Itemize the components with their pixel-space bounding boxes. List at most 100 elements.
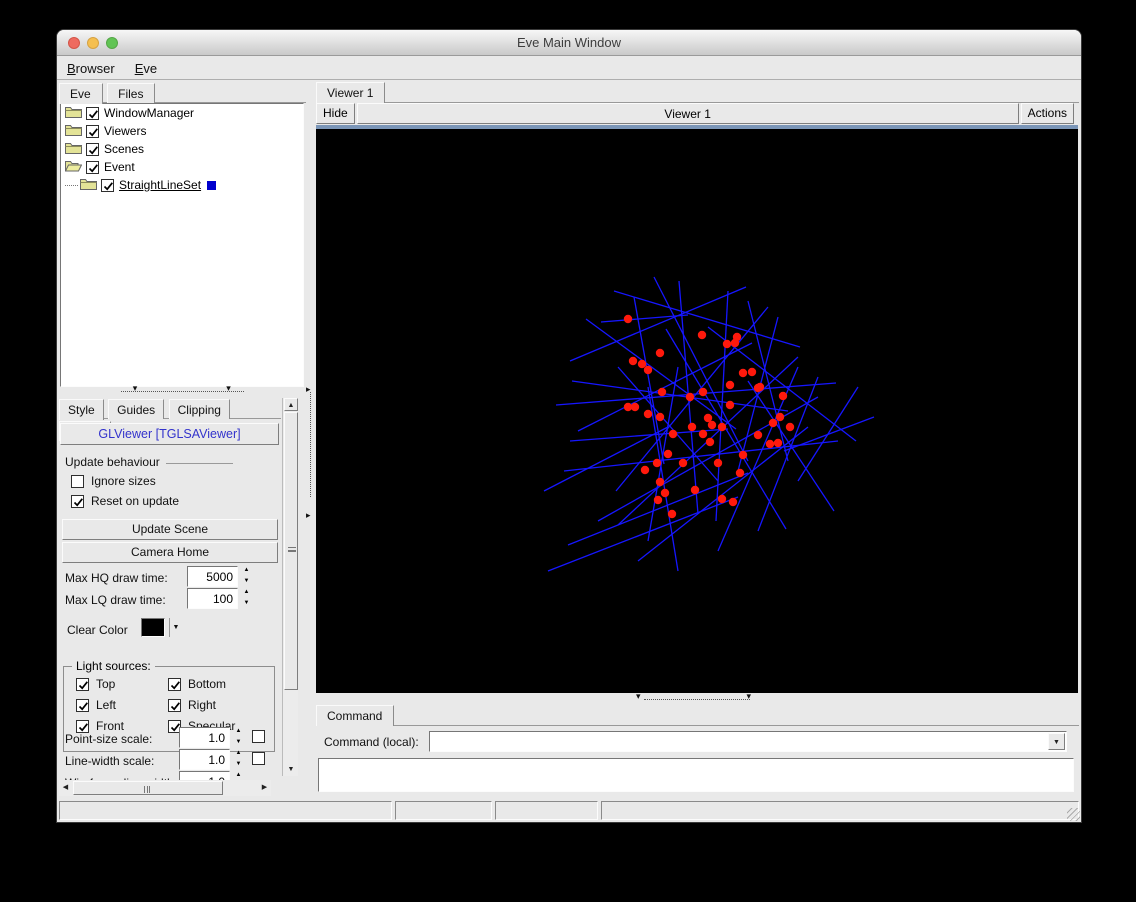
tab-style[interactable]: Style [59,399,104,420]
max-hq-spinner[interactable]: 5000 ▲▼ [187,566,253,587]
light-front-row[interactable]: Front [76,719,168,733]
tree-item-checkbox[interactable] [86,125,99,138]
reset-on-update-checkbox-row[interactable]: Reset on update [71,494,179,508]
tree-item-windowmanager[interactable]: WindowManager [61,104,303,122]
checkbox[interactable] [76,678,89,691]
tab-eve[interactable]: Eve [59,83,103,104]
checkbox-label: Reset on update [91,494,179,508]
eve-main-window: Eve Main Window Browser Eve Eve Files Wi… [57,30,1081,822]
tab-viewer-1[interactable]: Viewer 1 [316,82,385,103]
max-lq-label: Max LQ draw time: [65,593,166,607]
folder-icon [65,159,82,175]
scroll-up-icon[interactable]: ▲ [284,398,298,411]
checkbox[interactable] [71,475,84,488]
spin-down-icon[interactable]: ▼ [240,599,253,610]
hide-button[interactable]: Hide [316,103,355,124]
max-lq-spinner[interactable]: 100 ▲▼ [187,588,253,609]
spin-up-icon[interactable]: ▲ [240,588,253,599]
clear-color-swatch[interactable] [141,618,165,637]
ignore-sizes-checkbox-row[interactable]: Ignore sizes [71,474,156,488]
splitter-vertical[interactable]: ▸ ▸ [306,82,316,797]
tab-guides[interactable]: Guides [108,399,164,419]
straight-line-set-scene [316,129,1078,693]
viewer-header: Hide Viewer 1 Actions [316,103,1074,124]
spin-down-icon[interactable]: ▼ [240,577,253,588]
spinner-value: 1.0 [179,727,230,748]
light-right-row[interactable]: Right [168,698,268,712]
tree-item-label: Event [104,160,135,174]
tree-item-checkbox[interactable] [86,107,99,120]
update-scene-button[interactable]: Update Scene [62,519,278,540]
checkbox-label: Ignore sizes [91,474,156,488]
checkbox[interactable] [76,699,89,712]
scale-spinner[interactable]: 1.0▲▼ [179,749,245,770]
command-input[interactable] [431,733,1046,750]
checkbox[interactable] [76,720,89,733]
camera-home-button[interactable]: Camera Home [62,542,278,563]
scale-label: Point-size scale: [65,732,152,746]
splitter-bottom-horizontal[interactable]: ▾▾ [316,695,1078,704]
spin-up-icon[interactable]: ▲ [232,749,245,760]
menubar: Browser Eve [57,57,1081,80]
style-panel-hscrollbar[interactable]: ◀ ▶ [59,780,271,796]
light-top-row[interactable]: Top [76,677,168,691]
tree-item-straightlineset[interactable]: StraightLineSet [61,176,303,194]
tree-item-checkbox[interactable] [86,161,99,174]
light-bottom-row[interactable]: Bottom [168,677,268,691]
statusbar-segment-3 [495,801,598,820]
checkbox-label: Front [96,719,124,733]
style-panel-vscrollbar[interactable]: ▲ ▼ [282,398,298,776]
hscrollbar-thumb[interactable] [73,781,223,795]
scale-label: Line-width scale: [65,754,154,768]
tree-connector [65,185,78,186]
scene-tree: WindowManager Viewers Scenes Event StraightL… [60,103,304,387]
tree-item-scenes[interactable]: Scenes [61,140,303,158]
vscrollbar-thumb[interactable] [284,412,298,690]
glviewer-header-button[interactable]: GLViewer [TGLSAViewer] [60,423,279,445]
checkbox[interactable] [168,699,181,712]
tab-clipping[interactable]: Clipping [169,399,230,419]
menu-browser[interactable]: Browser [57,59,125,78]
tab-command[interactable]: Command [316,705,394,726]
spin-up-icon[interactable]: ▲ [240,566,253,577]
checkbox[interactable] [71,495,84,508]
scroll-right-icon[interactable]: ▶ [258,781,271,795]
combo-dropdown-icon[interactable]: ▼ [1048,733,1065,750]
sidebar-tabbar: Eve Files [59,82,306,103]
tree-item-checkbox[interactable] [86,143,99,156]
checkbox-label: Right [188,698,216,712]
tab-files[interactable]: Files [107,83,155,103]
command-combobox[interactable]: ▼ [429,731,1067,752]
viewer-title: Viewer 1 [357,103,1019,124]
splitter-left-horizontal[interactable]: ▾▾ [59,387,305,396]
scroll-down-icon[interactable]: ▼ [284,763,298,776]
spin-down-icon[interactable]: ▼ [232,760,245,771]
clear-color-dropdown-arrow[interactable]: ▼ [169,618,182,637]
tree-item-label: Viewers [104,124,146,138]
command-output[interactable] [318,758,1074,792]
light-left-row[interactable]: Left [76,698,168,712]
spin-up-icon[interactable]: ▲ [232,727,245,738]
actions-button[interactable]: Actions [1021,103,1074,124]
scale-checkbox[interactable] [252,752,265,765]
spin-down-icon[interactable]: ▼ [232,738,245,749]
spinner-arrows[interactable]: ▲▼ [232,727,245,748]
tree-item-event[interactable]: Event [61,158,303,176]
scroll-left-icon[interactable]: ◀ [59,781,72,795]
scale-checkbox[interactable] [252,730,265,743]
command-tabbar: Command [316,705,1079,726]
command-local-label: Command (local): [324,735,419,749]
tree-item-viewers[interactable]: Viewers [61,122,303,140]
menu-eve[interactable]: Eve [125,59,167,78]
gl-viewport[interactable] [316,129,1078,693]
scale-spinner[interactable]: 1.0▲▼ [179,727,245,748]
viewer-tabbar: Viewer 1 [316,82,1079,103]
spinner-arrows[interactable]: ▲▼ [232,749,245,770]
checkbox[interactable] [168,678,181,691]
tree-item-checkbox[interactable] [101,179,114,192]
clear-color-label: Clear Color [67,623,128,637]
resize-grip[interactable] [1067,808,1080,821]
folder-icon [65,123,82,139]
folder-icon [80,177,97,193]
color-swatch [207,181,216,190]
